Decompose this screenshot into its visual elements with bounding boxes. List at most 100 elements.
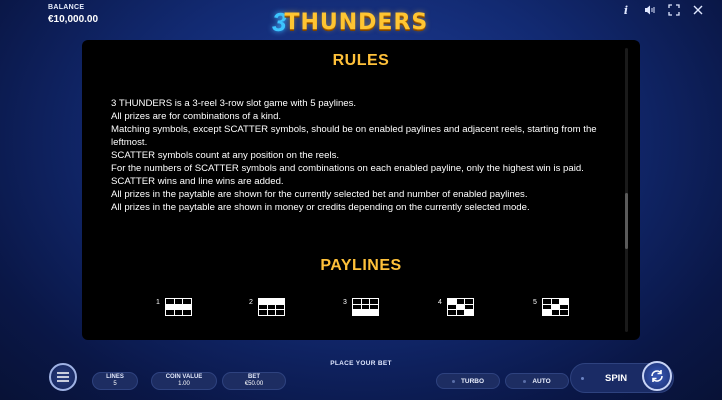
menu-button[interactable] [49,363,77,391]
payline-cell [542,310,551,315]
payline-grid [446,298,474,316]
lines-value: 5 [113,381,117,387]
payline-cell [551,299,560,304]
scrollbar-thumb[interactable] [625,193,628,249]
payline-cell [183,310,191,315]
top-icons: i [616,2,708,18]
bet-value: €50.00 [244,381,264,387]
payline-cell [370,310,378,315]
coin-value-label: COIN VALUE [165,374,203,380]
payline-number: 5 [533,299,537,306]
turbo-label: TURBO [460,377,485,385]
sound-icon[interactable] [640,2,660,18]
lines-control[interactable]: LINES 5 [92,372,138,390]
payline-number: 4 [438,299,442,306]
payline-cell [174,310,183,315]
payline-grid [164,298,192,316]
payline-cell [174,299,183,304]
payline-cell [447,310,456,315]
payline-cell [447,304,456,310]
rules-line: Matching symbols, except SCATTER symbols… [111,124,597,148]
payline-cell [447,299,456,304]
auto-button[interactable]: AUTO [505,373,569,389]
info-glyph: i [623,3,629,17]
payline-cell [465,299,473,304]
payline-grid [351,298,379,316]
bottom-bar: PLACE YOUR BET LINES 5 COIN VALUE 1.00 B… [0,355,722,400]
payline-cell [456,304,465,310]
payline-cell [352,310,361,315]
rules-line: All prizes in the paytable are shown in … [111,202,530,213]
rules-line: 3 THUNDERS is a 3-reel 3-row slot game w… [111,98,357,109]
payline-cell [456,310,465,315]
payline-3: 3 [343,298,379,316]
payline-5: 5 [533,298,569,316]
payline-cell [267,304,276,310]
payline-grid [541,298,569,316]
bet-control[interactable]: BET €50.00 [222,372,286,390]
payline-grid [257,298,285,316]
payline-cell [361,299,370,304]
payline-cell [267,310,276,315]
spin-button[interactable] [642,361,672,391]
payline-cell [165,299,174,304]
top-bar: BALANCE €10,000.00 3 THUNDERS i [0,0,722,40]
close-icon[interactable] [688,2,708,18]
spin-label[interactable]: SPIN [605,373,627,384]
balance-label: BALANCE [48,4,85,11]
rules-line: For the numbers of SCATTER symbols and c… [111,163,584,174]
lines-label: LINES [106,374,124,380]
payline-cell [465,304,473,310]
payline-cell [560,299,568,304]
payline-cell [361,304,370,310]
payline-number: 2 [249,299,253,306]
payline-cell [560,304,568,310]
coin-value-control[interactable]: COIN VALUE 1.00 [151,372,217,390]
bet-label: BET [248,374,260,380]
payline-number: 3 [343,299,347,306]
payline-cell [174,304,183,310]
payline-cell [276,304,284,310]
rules-text: 3 THUNDERS is a 3-reel 3-row slot game w… [111,97,610,214]
payline-cell [542,299,551,304]
payline-cell [165,310,174,315]
payline-cell [258,310,267,315]
spin-icon [651,370,663,382]
paylines-title: PAYLINES [320,257,402,274]
payline-cell [456,299,465,304]
payline-cell [258,299,267,304]
payline-1: 1 [156,298,192,316]
rules-line: All prizes in the paytable are shown for… [111,189,528,200]
payline-cell [165,304,174,310]
coin-value: 1.00 [178,381,190,387]
payline-cell [183,304,191,310]
payline-cell [267,299,276,304]
auto-indicator [523,379,527,383]
rules-panel: RULES 3 THUNDERS is a 3-reel 3-row slot … [82,40,640,340]
paylines-row: 1 2 3 4 5 [82,298,640,322]
game-logo: 3 THUNDERS [272,7,429,37]
menu-icon [57,372,69,382]
turbo-button[interactable]: TURBO [436,373,500,389]
rules-line: All prizes are for combinations of a kin… [111,111,282,122]
auto-label: AUTO [532,377,551,385]
payline-cell [465,310,473,315]
rules-line: SCATTER symbols count at any position on… [111,150,340,161]
payline-4: 4 [438,298,474,316]
scrollbar[interactable] [625,48,628,332]
info-icon[interactable]: i [616,2,636,18]
rules-line: SCATTER wins and line wins are added. [111,176,284,187]
payline-cell [352,299,361,304]
logo-text: THUNDERS [284,9,429,35]
payline-cell [560,310,568,315]
payline-cell [183,299,191,304]
rules-title: RULES [332,52,390,69]
payline-number: 1 [156,299,160,306]
spin-indicator [581,377,584,380]
payline-cell [276,299,284,304]
payline-cell [361,310,370,315]
payline-cell [551,304,560,310]
payline-cell [370,304,378,310]
fullscreen-icon[interactable] [664,2,684,18]
payline-cell [258,304,267,310]
